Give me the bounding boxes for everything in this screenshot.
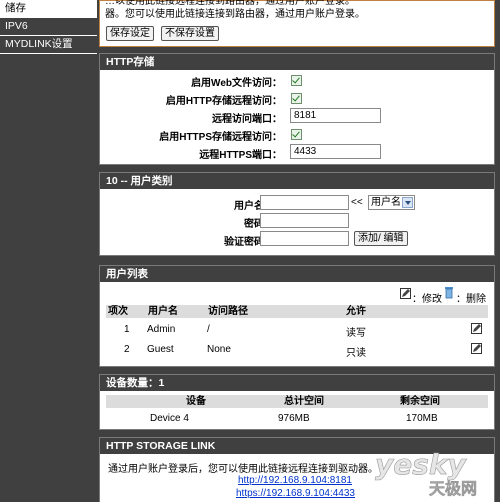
header-device: 设备 (186, 396, 206, 407)
user-type-title: 10 -- 用户类别 (100, 173, 494, 189)
remote-port-input[interactable]: 8181 (290, 108, 381, 123)
https-port-label: 远程HTTPS端口： (199, 150, 282, 161)
row2-perm: 只读 (346, 348, 366, 359)
user-type-body: 用户名： << 用户名 密码： 验证密码： 添加/ 编辑 (100, 189, 494, 255)
main-content: …以使用此链接远程连接到路由器，通过用户账户登录。 器。您可以使用此链接连接到路… (99, 0, 495, 502)
sidebar-item-ipv6[interactable]: IPV6 (0, 18, 97, 36)
device-count-body: 设备 总计空间 剩余空间 Device 4 976MB 170MB (100, 391, 494, 429)
header-no: 项次 (108, 306, 128, 317)
sidebar-item-storage[interactable]: 储存 (0, 0, 97, 18)
row1-no: 1 (124, 324, 130, 335)
save-settings-button[interactable]: 保存设定 (106, 26, 154, 41)
user-list-title: 用户列表 (100, 266, 494, 282)
device-free: 170MB (406, 413, 438, 424)
intro-text-1: …以使用此链接远程连接到路由器，通过用户账户登录。 (105, 0, 355, 7)
trash-icon (445, 287, 453, 299)
storage-link-desc: 通过用户账户登录后，您可以使用此链接远程连接到驱动器。 (108, 464, 378, 475)
http-storage-title: HTTP存储 (100, 54, 494, 70)
device-header-row: 设备 总计空间 剩余空间 (106, 395, 488, 408)
row2-user: Guest (147, 344, 174, 355)
enable-https-remote-checkbox[interactable] (291, 129, 302, 140)
password-input[interactable] (260, 213, 349, 228)
dont-save-settings-button[interactable]: 不保存设置 (161, 26, 219, 41)
https-port-input[interactable]: 4433 (290, 144, 381, 159)
header-permission: 允许 (346, 306, 366, 317)
row1-perm: 读写 (346, 328, 366, 339)
http-storage-link[interactable]: http://192.168.9.104:8181 (238, 475, 352, 486)
edit-row-icon[interactable] (471, 343, 482, 354)
https-storage-link[interactable]: https://192.168.9.104:4433 (236, 488, 355, 499)
enable-https-remote-label: 启用HTTPS存储远程访问： (159, 132, 282, 143)
yesky-logo: yesky 天极网 (375, 448, 478, 498)
edit-icon (400, 288, 411, 299)
chevron-down-icon (402, 197, 413, 208)
device-count-title: 设备数量：1 (100, 375, 494, 391)
enable-http-remote-checkbox[interactable] (291, 93, 302, 104)
edit-row-icon[interactable] (471, 323, 482, 334)
confirm-password-input[interactable] (260, 231, 349, 246)
http-storage-body: 启用Web文件访问： 启用HTTP存储远程访问： 远程访问端口： 8181 启用… (100, 70, 494, 164)
user-list-body: ：修改 ：删除 项次 用户名 访问路径 允许 1 Admin / 读写 2 Gu… (100, 282, 494, 366)
add-edit-button[interactable]: 添加/ 编辑 (354, 231, 408, 246)
user-list-section: 用户列表 ：修改 ：删除 项次 用户名 访问路径 允许 1 Admin / 读写… (99, 265, 495, 367)
header-path: 访问路径 (208, 306, 248, 317)
http-storage-section: HTTP存储 启用Web文件访问： 启用HTTP存储远程访问： 远程访问端口： … (99, 53, 495, 165)
intro-box: …以使用此链接远程连接到路由器，通过用户账户登录。 器。您可以使用此链接连接到路… (99, 0, 495, 47)
username-select[interactable]: 用户名 (368, 195, 415, 210)
copy-arrows: << (351, 197, 363, 208)
row1-user: Admin (147, 324, 176, 335)
username-input[interactable] (260, 195, 349, 210)
svg-text:天极网: 天极网 (429, 479, 477, 498)
row1-path: / (207, 324, 210, 335)
device-name: Device 4 (150, 413, 189, 424)
row2-path: None (207, 344, 231, 355)
device-count-section: 设备数量：1 设备 总计空间 剩余空间 Device 4 976MB 170MB (99, 374, 495, 430)
username-select-value: 用户名 (371, 197, 401, 208)
header-username: 用户名 (148, 306, 178, 317)
device-total: 976MB (278, 413, 310, 424)
sidebar-item-mydlink[interactable]: MYDLINK设置 (0, 36, 97, 54)
enable-http-remote-label: 启用HTTP存储远程访问： (165, 96, 282, 107)
row2-no: 2 (124, 344, 130, 355)
header-free: 剩余空间 (400, 396, 440, 407)
user-list-header-row: 项次 用户名 访问路径 允许 (106, 305, 488, 318)
sidebar: 储存 IPV6 MYDLINK设置 (0, 0, 97, 502)
remote-port-label: 远程访问端口： (212, 114, 282, 125)
header-total: 总计空间 (284, 396, 324, 407)
edit-legend-text: ：修改 (412, 294, 442, 305)
delete-legend-text: ：删除 (456, 294, 486, 305)
svg-text:yesky: yesky (375, 448, 468, 481)
intro-text-2: 器。您可以使用此链接连接到路由器，通过用户账户登录。 (105, 9, 365, 20)
enable-web-access-checkbox[interactable] (291, 75, 302, 86)
enable-web-access-label: 启用Web文件访问： (191, 78, 282, 89)
user-type-section: 10 -- 用户类别 用户名： << 用户名 密码： 验证密码： 添加/ 编辑 (99, 172, 495, 256)
